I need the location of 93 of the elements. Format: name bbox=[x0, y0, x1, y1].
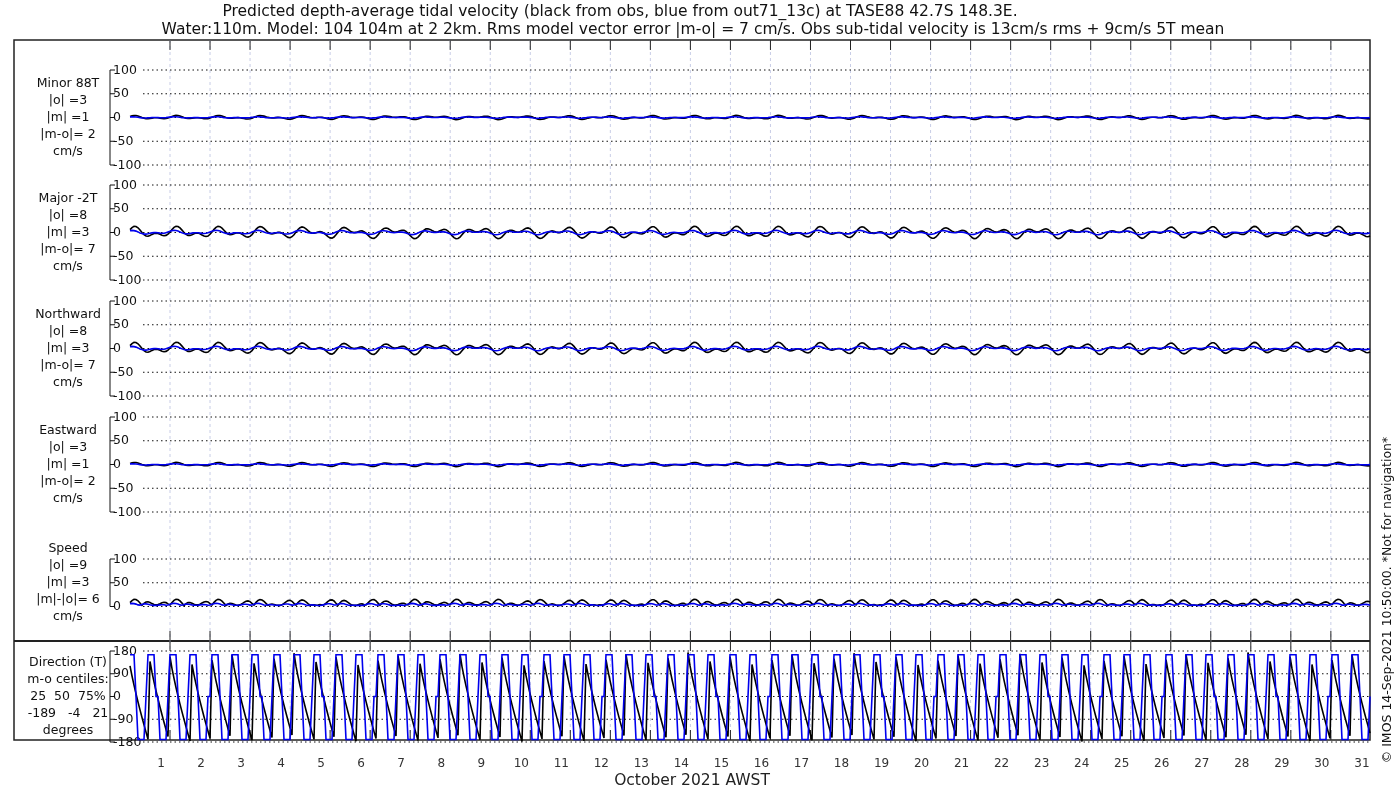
x-tick-label: 29 bbox=[1274, 756, 1290, 770]
panel-label: Speed bbox=[48, 540, 88, 556]
panel-label: |m-o|= 7 bbox=[40, 241, 96, 256]
panel-label: |m| =1 bbox=[46, 456, 90, 471]
x-tick-label: 23 bbox=[1034, 756, 1050, 770]
x-tick-label: 9 bbox=[477, 756, 486, 770]
x-tick-label: 13 bbox=[633, 756, 649, 770]
x-tick-label: 24 bbox=[1074, 756, 1090, 770]
x-tick-label: 26 bbox=[1154, 756, 1170, 770]
y-tick-label: 100 bbox=[113, 550, 137, 566]
chart-title: Predicted depth-average tidal velocity (black from obs, blue from out71_13c) at TASE88 42.7S 148.3E. bbox=[222, 2, 1018, 20]
x-tick-label: 15 bbox=[713, 756, 730, 770]
y-tick-label: -90 bbox=[113, 710, 134, 726]
x-tick-label: 30 bbox=[1314, 756, 1330, 770]
y-tick-label: -100 bbox=[113, 156, 142, 172]
x-tick-label: 6 bbox=[357, 756, 365, 770]
panel-label: cm/s bbox=[53, 608, 83, 624]
y-tick-label: -50 bbox=[113, 479, 134, 495]
panel-label: |m-o|= 2 bbox=[40, 126, 96, 141]
panel-label: |o| =8 bbox=[48, 323, 88, 338]
panel-label: |m|-|o|= 6 bbox=[36, 591, 100, 607]
y-tick-label: 90 bbox=[113, 665, 129, 681]
y-axis bbox=[109, 558, 116, 607]
y-tick-label: 50 bbox=[113, 200, 129, 216]
panel-label: |m-o|= 2 bbox=[40, 473, 96, 488]
x-tick-label: 18 bbox=[833, 756, 850, 770]
x-tick-label: 7 bbox=[397, 756, 405, 770]
y-tick-label: 50 bbox=[113, 432, 129, 448]
panel-label: |m| =1 bbox=[46, 109, 90, 124]
panel-label: |m| =3 bbox=[46, 574, 90, 590]
y-tick-label: 100 bbox=[113, 292, 137, 308]
x-tick-label: 12 bbox=[593, 756, 609, 770]
y-tick-label: 100 bbox=[113, 61, 137, 77]
panel-label: Major -2T bbox=[38, 190, 98, 205]
panel-label: degrees bbox=[42, 722, 94, 737]
panel-label: cm/s bbox=[53, 258, 83, 273]
y-tick-label: 50 bbox=[113, 574, 129, 590]
y-tick-label: -100 bbox=[113, 387, 142, 403]
x-tick-label: 5 bbox=[317, 756, 325, 770]
x-tick-label: 4 bbox=[277, 756, 285, 770]
y-tick-label: 0 bbox=[113, 109, 121, 124]
panel-label: |o| =3 bbox=[48, 439, 88, 454]
panel-label: cm/s bbox=[53, 143, 83, 158]
x-tick-label: 22 bbox=[994, 756, 1010, 770]
panel-label: cm/s bbox=[53, 374, 83, 389]
panel-label: |o| =8 bbox=[48, 207, 88, 222]
panel-label: m-o centiles: bbox=[27, 671, 109, 686]
x-tick-label: 14 bbox=[673, 756, 690, 770]
y-tick-label: 0 bbox=[113, 224, 121, 239]
panel-label: cm/s bbox=[53, 490, 83, 505]
x-tick-label: 1 bbox=[157, 756, 165, 770]
x-tick-label: 2 bbox=[197, 756, 205, 770]
x-tick-label: 25 bbox=[1114, 756, 1130, 770]
panel-label: |o| =9 bbox=[48, 557, 88, 573]
x-tick-label: 8 bbox=[437, 756, 446, 770]
x-tick-label: 28 bbox=[1234, 756, 1250, 770]
panel-label: -189 -4 21 bbox=[27, 705, 109, 720]
x-tick-label: 17 bbox=[793, 756, 810, 770]
y-tick-label: 100 bbox=[113, 176, 137, 192]
x-tick-label: 11 bbox=[553, 756, 569, 770]
y-tick-label: 0 bbox=[113, 340, 121, 355]
x-tick-label: 10 bbox=[513, 756, 529, 770]
panel-label: Minor 88T bbox=[36, 75, 100, 90]
y-tick-label: -50 bbox=[113, 363, 134, 379]
y-tick-label: 100 bbox=[113, 408, 137, 424]
x-tick-label: 19 bbox=[873, 756, 890, 770]
y-tick-label: 50 bbox=[113, 316, 129, 332]
x-tick-label: 27 bbox=[1194, 756, 1210, 770]
panel-label: 25 50 75% bbox=[30, 688, 106, 703]
y-tick-label: 180 bbox=[113, 642, 137, 658]
x-tick-label: 31 bbox=[1354, 756, 1370, 770]
x-tick-label: 16 bbox=[753, 756, 770, 770]
panel-label: Eastward bbox=[39, 422, 97, 437]
x-tick-label: 21 bbox=[953, 756, 970, 770]
y-tick-label: -100 bbox=[113, 503, 142, 519]
y-tick-label: -100 bbox=[113, 271, 142, 287]
panel-label: |m-o|= 7 bbox=[40, 357, 96, 372]
copyright-note: © IMOS 14-Sep-2021 10:50:00. *Not for navigation* bbox=[1378, 436, 1394, 764]
panel-label: Northward bbox=[35, 306, 101, 321]
x-axis-label: October 2021 AWST bbox=[614, 771, 770, 789]
chart-title: Water:110m. Model: 104 104m at 2 2km. Rms model vector error |m-o| = 7 cm/s. Obs sub-tidal velocity is 13cm/s rms + 9cm/s 5T mean bbox=[161, 20, 1225, 38]
panel-label: |m| =3 bbox=[46, 340, 90, 355]
panel-label: Direction (T) bbox=[29, 654, 107, 669]
y-tick-label: 0 bbox=[113, 688, 121, 703]
x-tick-label: 20 bbox=[913, 756, 930, 770]
panel-label: |m| =3 bbox=[46, 224, 90, 239]
y-tick-label: -50 bbox=[113, 132, 134, 148]
y-tick-label: 50 bbox=[113, 85, 129, 101]
panel-label: |o| =3 bbox=[48, 92, 88, 107]
x-tick-label: 3 bbox=[237, 756, 245, 770]
y-tick-label: 0 bbox=[113, 456, 121, 471]
y-tick-label: 0 bbox=[113, 598, 121, 613]
y-tick-label: -50 bbox=[113, 247, 134, 263]
